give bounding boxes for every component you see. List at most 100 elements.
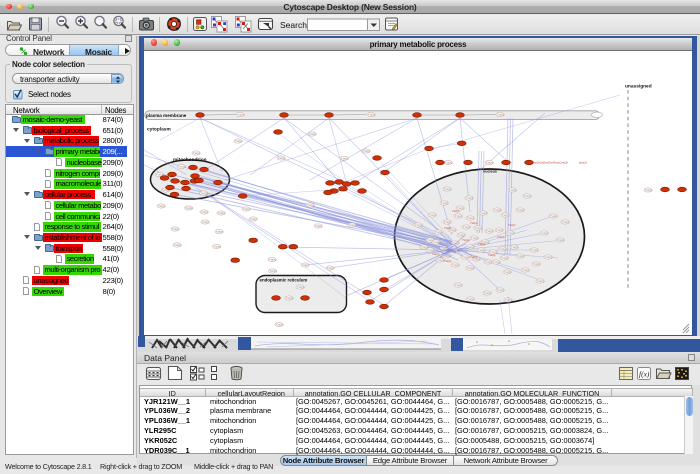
svg-text:Yxx(x): Yxx(x) bbox=[218, 211, 226, 215]
svg-text:Yxx(x): Yxx(x) bbox=[349, 223, 357, 227]
svg-text:Yxx(x): Yxx(x) bbox=[302, 263, 310, 267]
svg-text:Yxx(x): Yxx(x) bbox=[172, 227, 180, 231]
svg-text:Yxx(x): Yxx(x) bbox=[522, 268, 530, 272]
svg-text:Yxx(x): Yxx(x) bbox=[466, 196, 474, 200]
svg-text:Yxx(x): Yxx(x) bbox=[213, 245, 221, 249]
svg-text:Yxx(x): Yxx(x) bbox=[645, 188, 653, 192]
svg-text:Yxx(x): Yxx(x) bbox=[243, 207, 251, 211]
svg-text:Yxx(x): Yxx(x) bbox=[485, 260, 493, 264]
svg-text:f(x): f(x) bbox=[639, 370, 650, 379]
svg-text:cytoplasm: cytoplasm bbox=[147, 127, 171, 133]
svg-text:Yxx(x): Yxx(x) bbox=[497, 288, 505, 292]
svg-text:unassigned: unassigned bbox=[625, 84, 652, 90]
svg-text:Yxx(x): Yxx(x) bbox=[508, 223, 515, 227]
svg-text:Yxx(x): Yxx(x) bbox=[502, 213, 510, 217]
svg-text:Yxx(x): Yxx(x) bbox=[441, 201, 449, 205]
svg-text:Yxx(x): Yxx(x) bbox=[269, 269, 277, 273]
svg-text:Yxx(x): Yxx(x) bbox=[444, 259, 451, 263]
svg-text:Yxx(x): Yxx(x) bbox=[537, 279, 545, 283]
svg-text:Yxx(x): Yxx(x) bbox=[475, 226, 483, 230]
svg-text:Yxx(x): Yxx(x) bbox=[427, 248, 435, 252]
svg-text:Yxx(x): Yxx(x) bbox=[278, 156, 286, 160]
svg-text:Yxx(x): Yxx(x) bbox=[462, 238, 469, 242]
svg-text:Yxx(x): Yxx(x) bbox=[309, 132, 317, 136]
svg-text:Yxx(x): Yxx(x) bbox=[499, 247, 507, 251]
svg-text:Yxx(x): Yxx(x) bbox=[478, 242, 485, 246]
svg-text:Yxx(x): Yxx(x) bbox=[297, 285, 305, 289]
svg-text:Yxx(x): Yxx(x) bbox=[480, 211, 488, 215]
svg-text:Search:: Search: bbox=[280, 20, 309, 30]
svg-text:Yxx(x): Yxx(x) bbox=[467, 266, 475, 270]
svg-text:Yxx(x): Yxx(x) bbox=[486, 229, 494, 233]
svg-text:Yxx(x): Yxx(x) bbox=[444, 187, 452, 191]
svg-text:Yxx(x): Yxx(x) bbox=[497, 113, 505, 117]
svg-text:Yxx(x): Yxx(x) bbox=[533, 262, 541, 266]
svg-text:Yxx(x): Yxx(x) bbox=[444, 220, 452, 224]
svg-text:Yxx(x): Yxx(x) bbox=[201, 210, 209, 214]
svg-text:Yxx(x): Yxx(x) bbox=[467, 216, 475, 220]
svg-text:Yxx(x): Yxx(x) bbox=[497, 235, 504, 239]
svg-text:Yxx(x): Yxx(x) bbox=[158, 204, 166, 208]
svg-text:xxOxxxDxxOxxOxxxCxx(d): xxOxxxDxxOxxOxxxCxx(d) bbox=[534, 161, 568, 165]
svg-text:Yxx(x): Yxx(x) bbox=[276, 323, 284, 327]
svg-text:mitochondrion: mitochondrion bbox=[173, 157, 207, 163]
svg-text:Yxx(x): Yxx(x) bbox=[501, 256, 509, 260]
svg-text:Yxx(x): Yxx(x) bbox=[517, 254, 525, 258]
svg-text:Yxx(x): Yxx(x) bbox=[531, 248, 539, 252]
svg-text:Yxx(x): Yxx(x) bbox=[193, 151, 201, 155]
svg-text:Yxx(x): Yxx(x) bbox=[429, 213, 437, 217]
svg-text:nucleus: nucleus bbox=[483, 170, 497, 174]
svg-text:Yxx(x): Yxx(x) bbox=[286, 296, 294, 300]
svg-text:Yxx(x): Yxx(x) bbox=[250, 217, 258, 221]
svg-text:Yxx(x): Yxx(x) bbox=[493, 260, 501, 264]
svg-text:Yxx(x): Yxx(x) bbox=[509, 188, 517, 192]
svg-text:Yxx(x): Yxx(x) bbox=[185, 206, 193, 210]
svg-text:Yxx(x): Yxx(x) bbox=[452, 263, 460, 267]
svg-text:Yxx(x): Yxx(x) bbox=[235, 139, 243, 143]
svg-text:Yxx(x): Yxx(x) bbox=[486, 161, 494, 165]
svg-text:Yxx(x): Yxx(x) bbox=[511, 245, 519, 249]
svg-text:plasma membrane: plasma membrane bbox=[146, 113, 187, 118]
svg-text:Yxx(x): Yxx(x) bbox=[504, 270, 512, 274]
svg-text:Yxx(x): Yxx(x) bbox=[462, 255, 470, 259]
svg-text:endoplasmic reticulum: endoplasmic reticulum bbox=[260, 278, 308, 283]
svg-text:Yxx(x): Yxx(x) bbox=[478, 248, 486, 252]
svg-text:Yxx(x): Yxx(x) bbox=[452, 209, 459, 213]
svg-text:Yxx(x): Yxx(x) bbox=[550, 214, 558, 218]
svg-text:box(x): box(x) bbox=[579, 161, 587, 165]
svg-text:Yxx(x): Yxx(x) bbox=[363, 149, 371, 153]
svg-text:Yxx(x): Yxx(x) bbox=[467, 297, 475, 301]
svg-text:Yxx(x): Yxx(x) bbox=[455, 283, 463, 287]
svg-text:Yxx(x): Yxx(x) bbox=[415, 223, 423, 227]
svg-text:Yxx(x): Yxx(x) bbox=[545, 255, 553, 259]
svg-text:Yxx(x): Yxx(x) bbox=[315, 224, 323, 228]
svg-text:Yxx(x): Yxx(x) bbox=[202, 220, 210, 224]
svg-text:Yxx(x): Yxx(x) bbox=[327, 266, 335, 270]
svg-text:Yxx(x): Yxx(x) bbox=[484, 291, 492, 295]
svg-text:Yxx(x): Yxx(x) bbox=[488, 253, 495, 257]
svg-text:Yxx(x): Yxx(x) bbox=[368, 113, 376, 117]
svg-text:Yxx(x): Yxx(x) bbox=[524, 194, 532, 198]
svg-text:Yxx(x): Yxx(x) bbox=[444, 226, 451, 230]
svg-text:Yxx(x): Yxx(x) bbox=[433, 240, 441, 244]
svg-text:Yxx(x): Yxx(x) bbox=[557, 238, 565, 242]
svg-text:Yxx(x): Yxx(x) bbox=[470, 221, 477, 225]
svg-text:Yxx(x): Yxx(x) bbox=[455, 214, 463, 218]
svg-text:Yxx(x): Yxx(x) bbox=[237, 113, 245, 117]
svg-text:Yxx(x): Yxx(x) bbox=[269, 258, 277, 262]
svg-text:Yxx(x): Yxx(x) bbox=[307, 203, 315, 207]
svg-text:Yxx(x): Yxx(x) bbox=[463, 225, 471, 229]
svg-text:Yxx(x): Yxx(x) bbox=[174, 243, 182, 247]
svg-text:Yxx(x): Yxx(x) bbox=[562, 220, 570, 224]
svg-text:Yxx(x): Yxx(x) bbox=[178, 165, 186, 169]
svg-text:Yxx(x): Yxx(x) bbox=[216, 230, 224, 234]
svg-text:Yxx(x): Yxx(x) bbox=[541, 231, 549, 235]
svg-text:Yxx(x): Yxx(x) bbox=[200, 191, 208, 195]
svg-text:Yxx(x): Yxx(x) bbox=[517, 208, 525, 212]
svg-text:Yxx(x): Yxx(x) bbox=[432, 252, 439, 256]
svg-text:Yxx(x): Yxx(x) bbox=[341, 156, 349, 160]
svg-text:Yxx(x): Yxx(x) bbox=[507, 231, 515, 235]
svg-text:Yxx(x): Yxx(x) bbox=[496, 228, 504, 232]
svg-text:Yxx(x): Yxx(x) bbox=[471, 236, 479, 240]
svg-text:Yxx(x): Yxx(x) bbox=[435, 230, 443, 234]
